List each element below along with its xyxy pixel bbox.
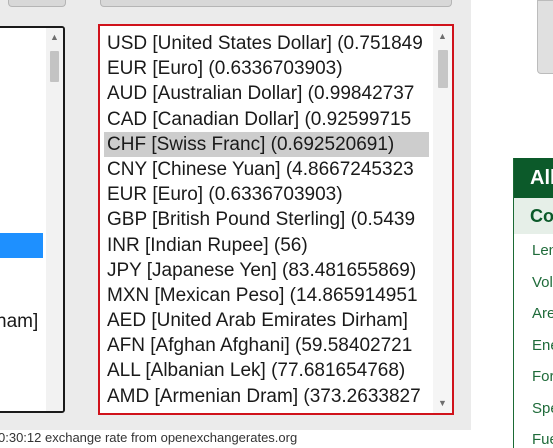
listbox-option[interactable]: AMD [Armenian Dram] (373.2633827: [104, 384, 429, 409]
side-nav-heading: All: [514, 158, 553, 198]
from-unit-listbox[interactable]: ham] ▲: [0, 26, 65, 413]
scrollbar-thumb[interactable]: [438, 50, 448, 88]
listbox-option[interactable]: JPY [Japanese Yen] (83.481655869): [104, 258, 429, 283]
listbox-option[interactable]: USD [United States Dollar] (0.751849: [104, 31, 429, 56]
side-nav-subheading[interactable]: Co: [514, 198, 553, 234]
listbox-options: USD [United States Dollar] (0.751849 EUR …: [104, 31, 429, 409]
scrollbar-thumb[interactable]: [50, 51, 59, 82]
listbox-option[interactable]: INR [Indian Rupee] (56): [104, 233, 429, 258]
converter-panel: ham] ▲ USD [United States Dollar] (0.751…: [0, 0, 471, 430]
listbox-option[interactable]: CAD [Canadian Dollar] (0.92599715: [104, 107, 429, 132]
side-nav-link[interactable]: Len: [532, 242, 553, 259]
scroll-down-arrow-icon[interactable]: ▼: [438, 398, 447, 408]
list-item[interactable]: ham]: [0, 311, 38, 333]
listbox-option[interactable]: AED [United Arab Emirates Dirham]: [104, 308, 429, 333]
top-control-right: [100, 0, 452, 7]
side-nav-link[interactable]: Spe: [532, 400, 553, 417]
listbox-option[interactable]: AUD [Australian Dollar] (0.99842737: [104, 81, 429, 106]
side-nav-link[interactable]: Fue: [532, 431, 553, 448]
to-currency-listbox[interactable]: USD [United States Dollar] (0.751849 EUR …: [98, 24, 454, 415]
side-nav-link[interactable]: Ene: [532, 337, 553, 354]
listbox-option[interactable]: CNY [Chinese Yuan] (4.8667245323: [104, 157, 429, 182]
top-control-left: [8, 0, 66, 7]
listbox-option[interactable]: CHF [Swiss Franc] (0.692520691): [104, 131, 429, 157]
listbox-option[interactable]: EUR [Euro] (0.6336703903): [104, 182, 429, 207]
listbox-option[interactable]: GBP [British Pound Sterling] (0.5439: [104, 207, 429, 232]
side-nav: All Co Len Vol Are Ene For Spe Fue: [513, 158, 553, 448]
scrollbar[interactable]: ▲ ▼: [433, 26, 452, 413]
side-nav-link[interactable]: Are: [532, 305, 553, 322]
scroll-up-arrow-icon[interactable]: ▲: [438, 31, 447, 41]
selected-item-highlight[interactable]: [0, 233, 43, 258]
listbox-option[interactable]: ALL [Albanian Lek] (77.681654768): [104, 358, 429, 383]
listbox-option[interactable]: AFN [Afghan Afghani] (59.58402721: [104, 333, 429, 358]
exchange-rate-note: 0:30:12 exchange rate from openexchanger…: [0, 430, 298, 445]
listbox-option[interactable]: EUR [Euro] (0.6336703903): [104, 56, 429, 81]
side-nav-link[interactable]: For: [532, 368, 553, 385]
side-nav-link[interactable]: Vol: [532, 274, 553, 291]
scrollbar[interactable]: ▲: [46, 28, 63, 411]
scroll-up-arrow-icon[interactable]: ▲: [50, 32, 59, 42]
header-widget: [537, 0, 553, 74]
listbox-option[interactable]: MXN [Mexican Peso] (14.865914951: [104, 283, 429, 308]
